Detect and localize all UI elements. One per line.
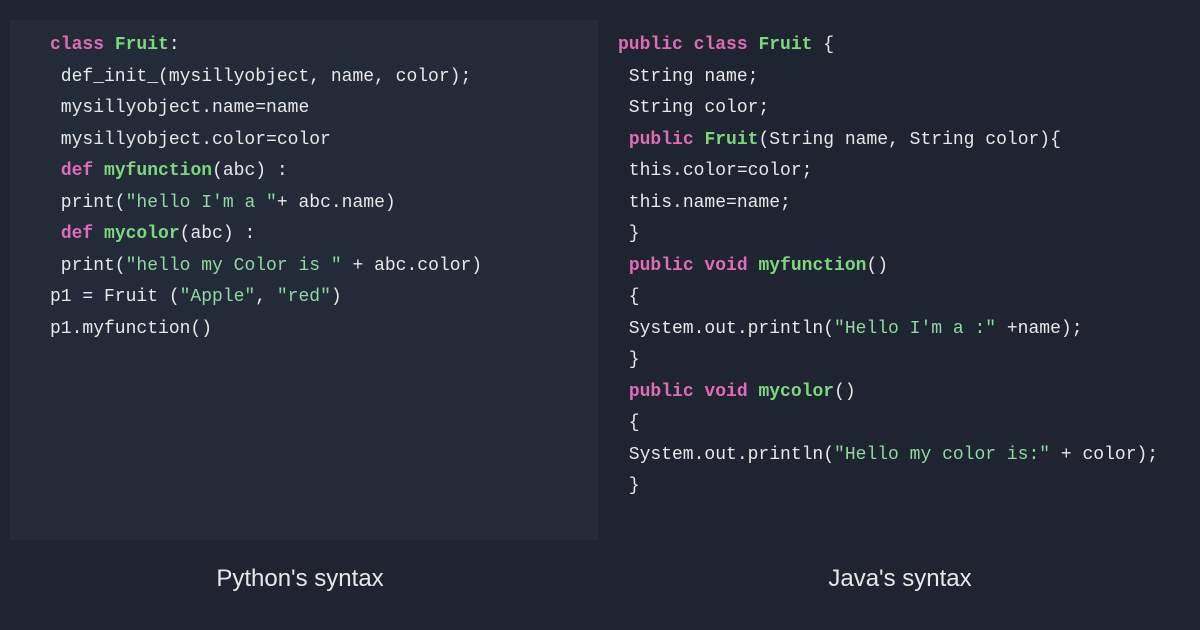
code-token: (abc) : <box>212 161 288 181</box>
code-token: ) <box>331 287 342 307</box>
java-line: } <box>618 219 1190 251</box>
java-line: this.name=name; <box>618 188 1190 220</box>
code-token: { <box>618 413 640 433</box>
code-token: p1 = Fruit ( <box>50 287 180 307</box>
code-token: "hello my Color is " <box>126 256 342 276</box>
code-token: } <box>618 476 640 496</box>
java-line: public void myfunction() <box>618 251 1190 283</box>
python-label: Python's syntax <box>0 565 600 593</box>
java-line: public Fruit(String name, String color){ <box>618 125 1190 157</box>
java-line: public class Fruit { <box>618 30 1190 62</box>
code-token: print( <box>50 193 126 213</box>
code-token <box>618 382 629 402</box>
code-token: String color; <box>618 98 769 118</box>
code-token: this <box>618 193 672 213</box>
code-token: () <box>866 256 888 276</box>
code-token: mycolor <box>104 224 180 244</box>
java-line: String color; <box>618 93 1190 125</box>
python-line: mysillyobject.color=color <box>50 125 578 157</box>
code-token: .color=color; <box>672 161 812 181</box>
code-token: def <box>61 161 104 181</box>
python-line: def myfunction(abc) : <box>50 156 578 188</box>
java-line: } <box>618 345 1190 377</box>
code-token: "hello I'm a " <box>126 193 277 213</box>
code-token: { <box>812 35 834 55</box>
code-token: "Hello I'm a :" <box>834 319 996 339</box>
code-token: def <box>61 224 104 244</box>
code-token <box>50 161 61 181</box>
code-token: p1.myfunction() <box>50 319 212 339</box>
code-token: .name=name; <box>672 193 791 213</box>
java-line: this.color=color; <box>618 156 1190 188</box>
code-token <box>618 256 629 276</box>
python-line: class Fruit: <box>50 30 578 62</box>
code-token: (abc) : <box>180 224 256 244</box>
python-line: def_init_(mysillyobject, name, color); <box>50 62 578 94</box>
code-token: : <box>169 35 180 55</box>
python-line: def mycolor(abc) : <box>50 219 578 251</box>
code-token: } <box>618 224 640 244</box>
code-token: public void <box>629 382 759 402</box>
code-token: + abc.color) <box>342 256 482 276</box>
code-token: System.out.println( <box>618 319 834 339</box>
code-token: public void <box>629 256 759 276</box>
code-token: myfunction <box>758 256 866 276</box>
code-token: Fruit <box>758 35 812 55</box>
python-line: print("hello my Color is " + abc.color) <box>50 251 578 283</box>
python-line: print("hello I'm a "+ abc.name) <box>50 188 578 220</box>
code-token: public <box>629 130 705 150</box>
python-line: mysillyobject.name=name <box>50 93 578 125</box>
code-token: myfunction <box>104 161 212 181</box>
python-line: p1 = Fruit ("Apple", "red") <box>50 282 578 314</box>
java-line: { <box>618 408 1190 440</box>
code-token: + color); <box>1050 445 1158 465</box>
java-line: System.out.println("Hello my color is:" … <box>618 440 1190 472</box>
code-token: print( <box>50 256 126 276</box>
code-token: String name; <box>618 67 758 87</box>
code-token <box>618 130 629 150</box>
code-token: this <box>618 161 672 181</box>
code-token <box>50 224 61 244</box>
java-line: { <box>618 282 1190 314</box>
code-token: mysillyobject.name=name <box>50 98 309 118</box>
code-token: mysillyobject.color=color <box>50 130 331 150</box>
code-token: Fruit <box>704 130 758 150</box>
labels-row: Python's syntax Java's syntax <box>0 540 1200 630</box>
java-code-panel: public class Fruit { String name; String… <box>598 20 1200 540</box>
code-token: class <box>50 35 115 55</box>
code-token: } <box>618 350 640 370</box>
java-line: System.out.println("Hello I'm a :" +name… <box>618 314 1190 346</box>
code-comparison-container: class Fruit: def_init_(mysillyobject, na… <box>0 0 1200 540</box>
code-token: public class <box>618 35 758 55</box>
python-line: p1.myfunction() <box>50 314 578 346</box>
code-token: Fruit <box>115 35 169 55</box>
code-token: , <box>255 287 277 307</box>
java-line: public void mycolor() <box>618 377 1190 409</box>
code-token: System.out.println( <box>618 445 834 465</box>
code-token: "Apple" <box>180 287 256 307</box>
code-token: +name); <box>996 319 1082 339</box>
java-line: } <box>618 471 1190 503</box>
code-token: "red" <box>277 287 331 307</box>
code-token: + abc.name) <box>277 193 396 213</box>
code-token: def_init_(mysillyobject, name, color); <box>50 67 471 87</box>
code-token: () <box>834 382 856 402</box>
java-line: String name; <box>618 62 1190 94</box>
code-token: (String name, String color){ <box>758 130 1060 150</box>
code-token: mycolor <box>758 382 834 402</box>
python-code-panel: class Fruit: def_init_(mysillyobject, na… <box>10 20 598 540</box>
code-token: { <box>618 287 640 307</box>
code-token: "Hello my color is:" <box>834 445 1050 465</box>
java-label: Java's syntax <box>600 565 1200 593</box>
